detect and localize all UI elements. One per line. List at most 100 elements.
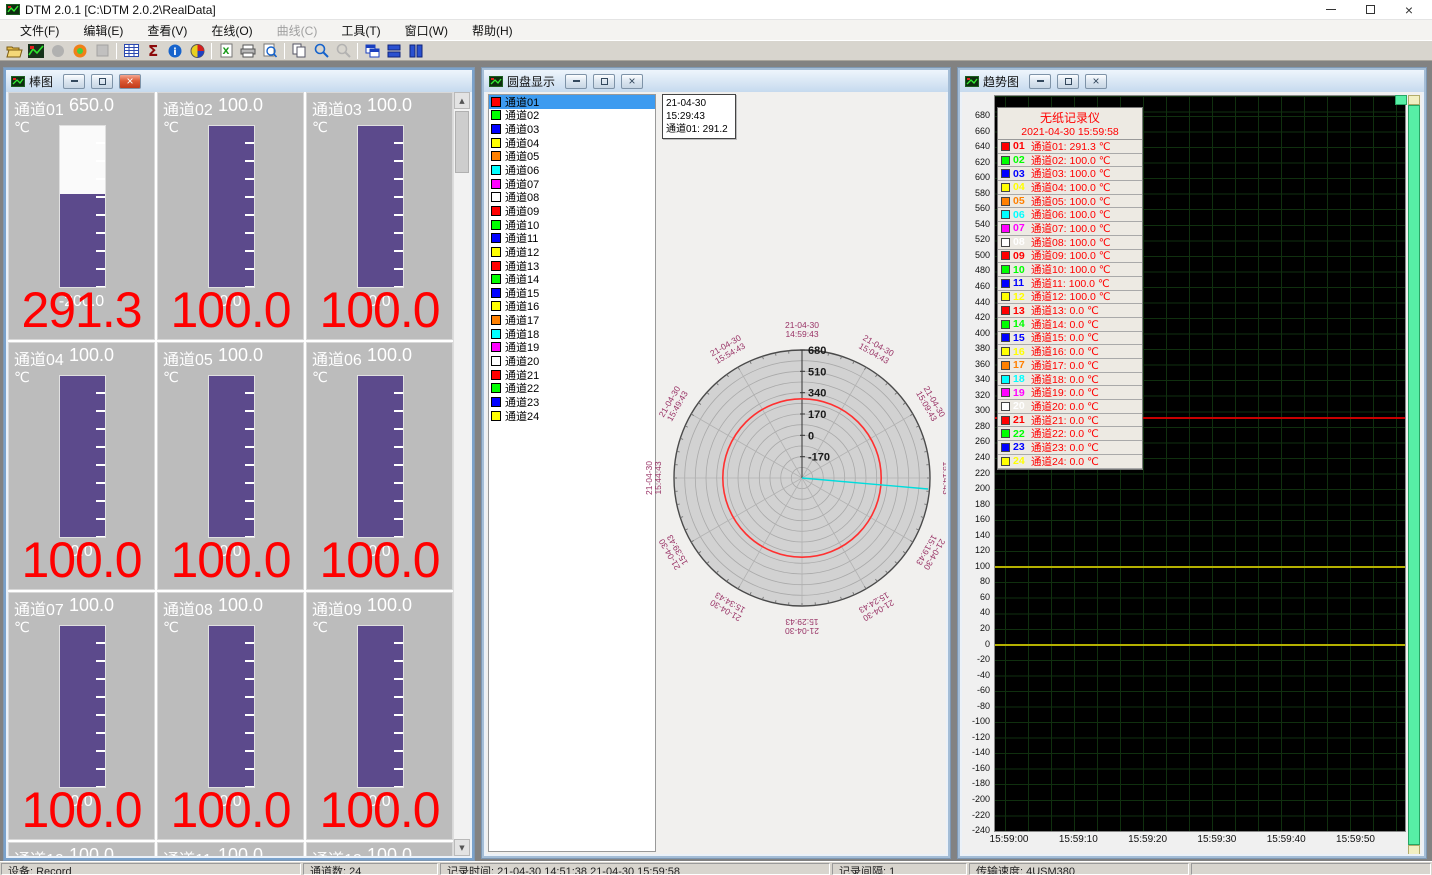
bar-window-titlebar[interactable]: 棒图 × [6,70,472,92]
print-icon[interactable] [237,41,259,60]
maximize-button[interactable] [1353,1,1387,19]
bar-minimize-button[interactable] [63,74,85,89]
info-icon[interactable]: i [164,41,186,60]
scroll-thumb[interactable] [455,111,469,173]
legend-channel-value: 通道03: 100.0 ℃ [1031,167,1111,181]
trend-close-button[interactable]: × [1085,74,1107,89]
svg-text:21-04-3015:29:43: 21-04-3015:29:43 [785,617,819,636]
legend-row: 04通道04: 100.0 ℃ [998,181,1142,195]
gauge-tick-marks [245,376,254,537]
menu-e[interactable]: 编辑(E) [71,20,135,41]
y-axis-tick-label: 220 [962,468,990,478]
open-icon[interactable] [3,41,25,60]
trend-scrollbar[interactable] [1408,95,1420,854]
scroll-up-icon[interactable]: ▲ [454,92,470,109]
cascade-icon[interactable] [361,41,383,60]
y-axis-tick-label: -100 [962,716,990,726]
menu-t[interactable]: 工具(T) [329,20,392,41]
bar-window-title: 棒图 [29,73,53,90]
disc-window-body: 通道01通道02通道03通道04通道05通道06通道07通道08通道09通道10… [486,92,946,854]
gauge-reading: 100.0 [307,781,452,839]
polar-chart: 6805103401700-17021-04-3014:59:4321-04-3… [622,298,946,658]
polar-chart-svg: 6805103401700-17021-04-3014:59:4321-04-3… [622,298,946,658]
sigma-icon[interactable]: Σ [142,41,164,60]
pie-icon[interactable] [186,41,208,60]
disc-maximize-button[interactable] [593,74,615,89]
trend-scroll-down[interactable] [1408,845,1420,854]
disc-close-button[interactable]: × [621,74,643,89]
tooltip-value: 通道01: 291.2 [666,123,732,136]
menu-v[interactable]: 查看(V) [135,20,199,41]
legend-channel-value: 通道24: 0.0 ℃ [1031,455,1099,469]
y-axis-tick-label: 600 [962,172,990,182]
gauge-tick-marks [96,626,105,787]
legend-channel-number: 11 [1013,277,1028,289]
legend-row: 11通道11: 100.0 ℃ [998,277,1142,291]
legend-channel-number: 03 [1013,168,1028,180]
menu-f[interactable]: 文件(F) [8,20,71,41]
legend-row: 15通道15: 0.0 ℃ [998,332,1142,346]
legend-channel-value: 通道12: 100.0 ℃ [1031,291,1111,305]
chart-icon[interactable] [25,41,47,60]
trend-window-body: 6806606406206005805605405205004804604404… [962,92,1422,854]
copy-icon[interactable] [288,41,310,60]
legend-color-swatch [1001,375,1010,384]
preview-icon[interactable] [259,41,281,60]
disc-window-titlebar[interactable]: 圆盘显示 × [484,70,948,92]
trend-scroll-up[interactable] [1408,95,1420,105]
trend-maximize-button[interactable] [1057,74,1079,89]
trend-scroll-track[interactable] [1408,105,1420,845]
channel-color-swatch [491,110,501,120]
toolbar-separator [116,43,117,59]
menu-c: 曲线(C) [265,20,330,41]
disc-window-title: 圆盘显示 [507,73,555,90]
svg-text:21-04-3015:54:43: 21-04-3015:54:43 [708,332,747,366]
tile-horizontal-icon[interactable] [383,41,405,60]
gauge-channel-label: 通道11 [163,846,212,856]
gauge-cell: 通道10100.0℃0.0100.0 [8,842,155,856]
y-axis-tick-label: 320 [962,390,990,400]
toolbar: Σi X [0,40,1432,61]
svg-text:21-04-3015:04:43: 21-04-3015:04:43 [857,333,896,367]
legend-row: 17通道17: 0.0 ℃ [998,359,1142,373]
gauge-max-value: 100.0 [69,595,114,616]
scroll-down-icon[interactable]: ▼ [454,839,470,856]
menu-bar: 文件(F)编辑(E)查看(V)在线(O)曲线(C)工具(T)窗口(W)帮助(H) [0,20,1432,40]
tile-vertical-icon[interactable] [405,41,427,60]
bar-scrollbar[interactable]: ▲ ▼ [453,92,470,856]
minimize-button[interactable] [1314,1,1348,19]
legend-color-swatch [1001,197,1010,206]
channel-color-swatch [491,179,501,189]
legend-row: 10通道10: 100.0 ℃ [998,263,1142,277]
y-axis-tick-label: -60 [962,685,990,695]
bar-maximize-button[interactable] [91,74,113,89]
y-axis-tick-label: 560 [962,203,990,213]
menu-o[interactable]: 在线(O) [199,20,264,41]
legend-color-swatch [1001,429,1010,438]
gauge-cell: 通道04100.0℃0.0100.0 [8,342,155,590]
gauge-unit: ℃ [312,369,328,386]
close-button[interactable]: × [1392,1,1426,19]
legend-channel-value: 通道01: 291.3 ℃ [1031,140,1111,154]
menu-h[interactable]: 帮助(H) [460,20,525,41]
table-icon[interactable] [120,41,142,60]
legend-channel-value: 通道16: 0.0 ℃ [1031,345,1099,359]
gauge-channel-label: 通道02 [163,96,213,120]
trend-window-titlebar[interactable]: 趋势图 × [960,70,1424,92]
trend-minimize-button[interactable] [1029,74,1051,89]
legend-channel-number: 16 [1013,346,1028,358]
gauge-cell: 通道08100.0℃0.0100.0 [157,592,304,840]
svg-text:21-04-3014:59:43: 21-04-3014:59:43 [785,320,819,339]
legend-color-swatch [1001,156,1010,165]
menu-w[interactable]: 窗口(W) [393,20,460,41]
zoom-in-icon[interactable] [310,41,332,60]
record-icon[interactable] [69,41,91,60]
gauge-reading: 100.0 [158,281,303,339]
bar-close-button[interactable]: × [119,74,141,89]
gauge-grid: 通道01650.0℃-200.0291.3通道02100.0℃0.0100.0通… [8,92,453,856]
gauge-bar [59,625,106,788]
y-axis-tick-label: 680 [962,110,990,120]
disc-minimize-button[interactable] [565,74,587,89]
export-icon[interactable]: X [215,41,237,60]
svg-text:340: 340 [808,388,826,400]
